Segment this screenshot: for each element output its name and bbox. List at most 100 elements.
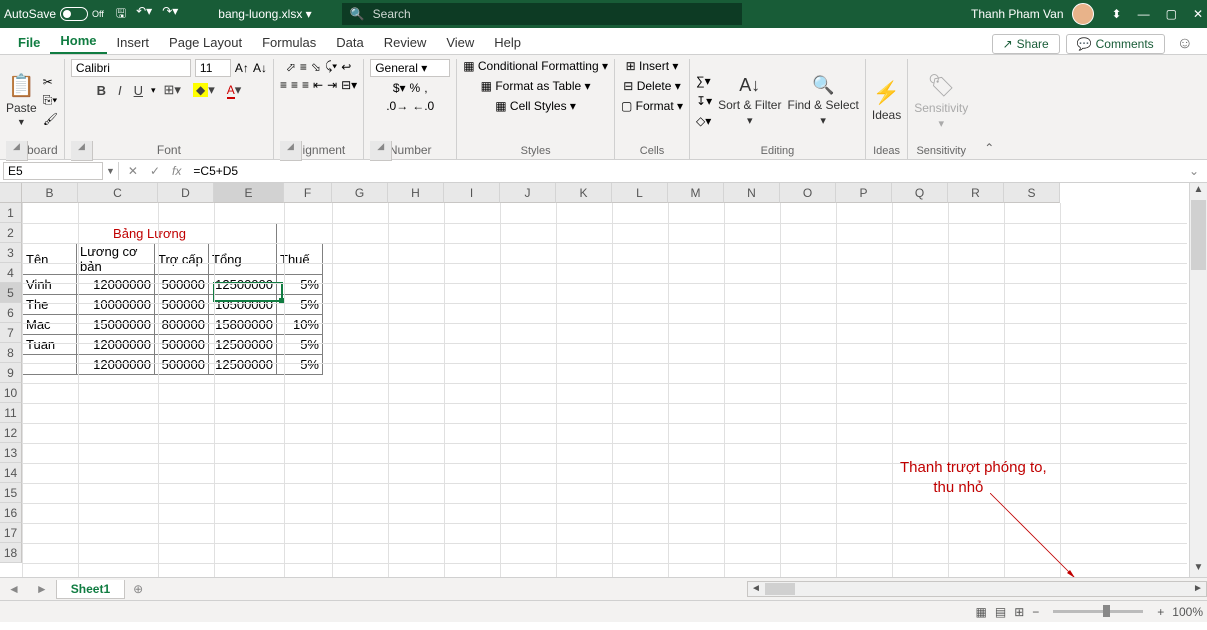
col-header-R[interactable]: R — [948, 183, 1004, 203]
fill-color-icon[interactable]: ◆▾ — [189, 81, 219, 99]
autosum-icon[interactable]: ∑▾ — [696, 74, 712, 88]
tab-page-layout[interactable]: Page Layout — [159, 31, 252, 54]
format-as-table-button[interactable]: ▦ Format as Table ▾ — [481, 79, 591, 93]
row-header-5[interactable]: 5 — [0, 283, 22, 303]
table-cell[interactable]: 15800000 — [209, 315, 277, 335]
sheet-nav-prev-icon[interactable]: ◄ — [0, 582, 28, 596]
col-header-J[interactable]: J — [500, 183, 556, 203]
scroll-down-icon[interactable]: ▼ — [1190, 561, 1207, 577]
zoom-slider[interactable] — [1053, 610, 1143, 613]
table-header[interactable]: Tên — [23, 244, 77, 275]
insert-cells-button[interactable]: ⊞ Insert ▾ — [626, 59, 679, 73]
row-header-1[interactable]: 1 — [0, 203, 22, 223]
table-cell[interactable]: 10000000 — [77, 295, 155, 315]
row-header-9[interactable]: 9 — [0, 363, 22, 383]
row-header-7[interactable]: 7 — [0, 323, 22, 343]
table-header[interactable]: Tổng — [209, 244, 277, 275]
table-cell[interactable]: 12500000 — [209, 355, 277, 375]
wrap-text-icon[interactable]: ↩ — [341, 60, 351, 74]
align-left-icon[interactable]: ≡ — [280, 78, 287, 92]
table-cell[interactable] — [23, 355, 77, 375]
row-header-10[interactable]: 10 — [0, 383, 22, 403]
sensitivity-button[interactable]: 🏷Sensitivity▾ — [914, 73, 968, 130]
table-cell[interactable]: 12000000 — [77, 355, 155, 375]
increase-decimal-icon[interactable]: .0→ — [386, 99, 408, 113]
clear-icon[interactable]: ◇▾ — [696, 114, 712, 128]
h-scroll-thumb[interactable] — [765, 583, 795, 595]
scroll-right-icon[interactable]: ► — [1190, 582, 1206, 596]
col-header-Q[interactable]: Q — [892, 183, 948, 203]
page-layout-icon[interactable]: ▤ — [995, 605, 1006, 619]
share-button[interactable]: ↗Share — [992, 34, 1060, 54]
tab-formulas[interactable]: Formulas — [252, 31, 326, 54]
ribbon-display-icon[interactable]: ⬍ — [1112, 7, 1122, 21]
border-icon[interactable]: ⊞▾ — [160, 81, 185, 99]
align-middle-icon[interactable]: ≡ — [300, 60, 307, 74]
tab-insert[interactable]: Insert — [107, 31, 160, 54]
row-header-13[interactable]: 13 — [0, 443, 22, 463]
align-bottom-icon[interactable]: ⬂ — [311, 60, 321, 74]
formula-input[interactable] — [187, 164, 1181, 178]
col-header-F[interactable]: F — [284, 183, 332, 203]
row-header-11[interactable]: 11 — [0, 403, 22, 423]
tab-file[interactable]: File — [8, 31, 50, 54]
enter-formula-icon[interactable]: ✓ — [144, 164, 166, 178]
table-cell[interactable]: 500000 — [155, 295, 209, 315]
cancel-formula-icon[interactable]: ✕ — [122, 164, 144, 178]
row-header-8[interactable]: 8 — [0, 343, 22, 363]
data-table[interactable]: Bảng Lương TênLương cơ bảnTrợ cấpTổngThu… — [22, 223, 323, 375]
align-right-icon[interactable]: ≡ — [302, 78, 309, 92]
normal-view-icon[interactable]: ▦ — [976, 605, 987, 619]
col-header-B[interactable]: B — [22, 183, 78, 203]
scroll-thumb[interactable] — [1191, 200, 1206, 270]
cell-grid[interactable]: Bảng Lương TênLương cơ bảnTrợ cấpTổngThu… — [22, 203, 1187, 577]
col-header-C[interactable]: C — [78, 183, 158, 203]
zoom-in-icon[interactable]: + — [1157, 605, 1164, 619]
select-all-corner[interactable] — [0, 183, 22, 203]
table-header[interactable]: Trợ cấp — [155, 244, 209, 275]
filename[interactable]: bang-luong.xlsx ▾ — [218, 7, 311, 21]
row-header-6[interactable]: 6 — [0, 303, 22, 323]
row-headers[interactable]: 123456789101112131415161718 — [0, 203, 22, 563]
table-cell[interactable]: 500000 — [155, 335, 209, 355]
scroll-up-icon[interactable]: ▲ — [1190, 183, 1207, 199]
redo-icon[interactable]: ↷▾ — [162, 4, 178, 25]
delete-cells-button[interactable]: ⊟ Delete ▾ — [623, 79, 680, 93]
search-box[interactable]: 🔍 Search — [342, 3, 742, 25]
scroll-left-icon[interactable]: ◄ — [748, 582, 764, 596]
new-sheet-icon[interactable]: ⊕ — [125, 582, 151, 596]
table-cell[interactable]: 12000000 — [77, 335, 155, 355]
tab-data[interactable]: Data — [326, 31, 373, 54]
undo-icon[interactable]: ↶▾ — [136, 4, 152, 25]
paste-button[interactable]: 📋 Paste▼ — [6, 73, 37, 127]
table-header[interactable]: Lương cơ bản — [77, 244, 155, 275]
conditional-formatting-button[interactable]: ▦ Conditional Formatting ▾ — [463, 59, 608, 73]
zoom-out-icon[interactable]: − — [1032, 605, 1039, 619]
font-color-icon[interactable]: A▾ — [223, 81, 246, 99]
sheet-tab-1[interactable]: Sheet1 — [56, 580, 125, 599]
number-launcher-icon[interactable]: ◢ — [370, 141, 392, 161]
tab-review[interactable]: Review — [374, 31, 437, 54]
col-header-K[interactable]: K — [556, 183, 612, 203]
minimize-icon[interactable]: — — [1138, 7, 1150, 21]
table-cell[interactable]: 15000000 — [77, 315, 155, 335]
cell-styles-button[interactable]: ▦ Cell Styles ▾ — [495, 99, 576, 113]
page-break-icon[interactable]: ⊞ — [1014, 605, 1024, 619]
increase-font-icon[interactable]: A↑ — [235, 61, 249, 75]
smile-icon[interactable]: ☺ — [1177, 35, 1193, 53]
row-header-17[interactable]: 17 — [0, 523, 22, 543]
col-header-P[interactable]: P — [836, 183, 892, 203]
decrease-indent-icon[interactable]: ⇤ — [313, 78, 323, 92]
col-header-D[interactable]: D — [158, 183, 214, 203]
percent-icon[interactable]: % — [410, 81, 421, 95]
ideas-button[interactable]: ⚡Ideas — [872, 80, 901, 122]
table-cell[interactable]: Mac — [23, 315, 77, 335]
cut-icon[interactable]: ✂ — [43, 75, 58, 89]
expand-formula-bar-icon[interactable]: ⌄ — [1181, 164, 1207, 178]
row-header-12[interactable]: 12 — [0, 423, 22, 443]
italic-button[interactable]: I — [114, 82, 126, 99]
col-header-I[interactable]: I — [444, 183, 500, 203]
col-header-H[interactable]: H — [388, 183, 444, 203]
increase-indent-icon[interactable]: ⇥ — [327, 78, 337, 92]
tab-home[interactable]: Home — [50, 29, 106, 54]
